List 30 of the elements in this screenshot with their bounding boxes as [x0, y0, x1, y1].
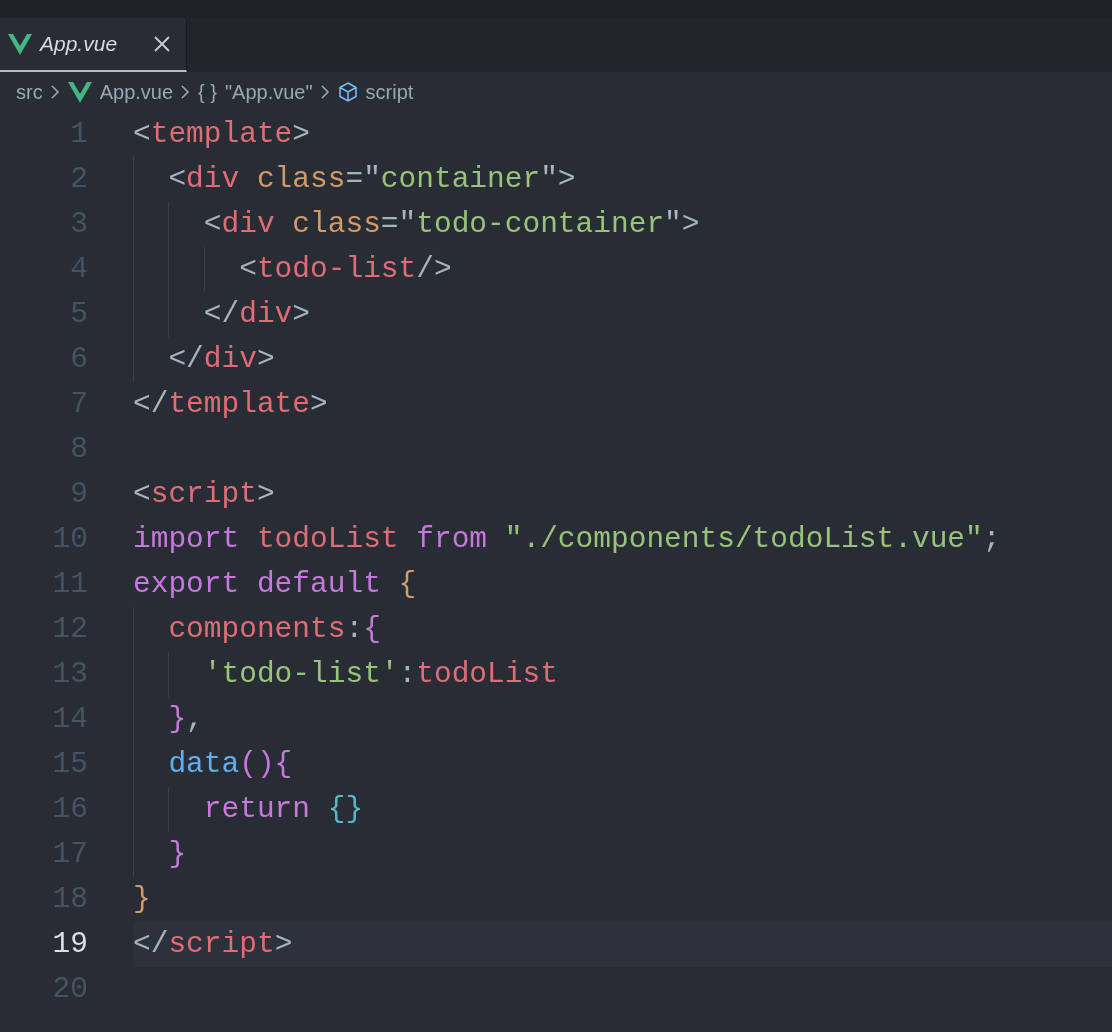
- line-number: 19: [51, 926, 89, 963]
- vue-logo-icon: [67, 81, 92, 103]
- code-line: </div>: [133, 337, 1112, 382]
- chevron-right-icon: [320, 85, 330, 99]
- editor-tab[interactable]: App.vue: [0, 18, 187, 72]
- vue-logo-icon: [8, 33, 32, 55]
- code-line: <template>: [133, 116, 312, 153]
- code-line: },: [133, 697, 1112, 742]
- breadcrumb-item[interactable]: App.vue: [67, 77, 174, 107]
- code-line: }: [133, 832, 1112, 877]
- code-line: }: [133, 881, 152, 918]
- breadcrumb-item[interactable]: script: [337, 77, 414, 107]
- code-line: return {}: [133, 787, 1112, 832]
- code-line: components:{: [133, 607, 1112, 652]
- code-line: import todoList from "./components/todoList.vue";: [133, 521, 1002, 558]
- close-icon: [154, 36, 170, 52]
- chevron-right-icon: [181, 85, 191, 99]
- code-line: <todo-list/>: [133, 247, 1112, 292]
- cube-icon: [337, 82, 358, 102]
- code-line: 'todo-list':todoList: [133, 652, 1112, 697]
- chevron-right-icon: [50, 85, 60, 99]
- code-line: <div class="todo-container">: [133, 202, 1112, 247]
- code-line: data(){: [133, 742, 1112, 787]
- code-line: export default {: [133, 566, 418, 603]
- breadcrumb-item[interactable]: { } "App.vue": [198, 77, 313, 107]
- code-line: </template>: [133, 386, 329, 423]
- breadcrumb-item[interactable]: src: [16, 77, 43, 107]
- code-line: <script>: [133, 476, 276, 513]
- code-line: </div>: [133, 292, 1112, 337]
- code-line: <div class="container">: [133, 157, 1112, 202]
